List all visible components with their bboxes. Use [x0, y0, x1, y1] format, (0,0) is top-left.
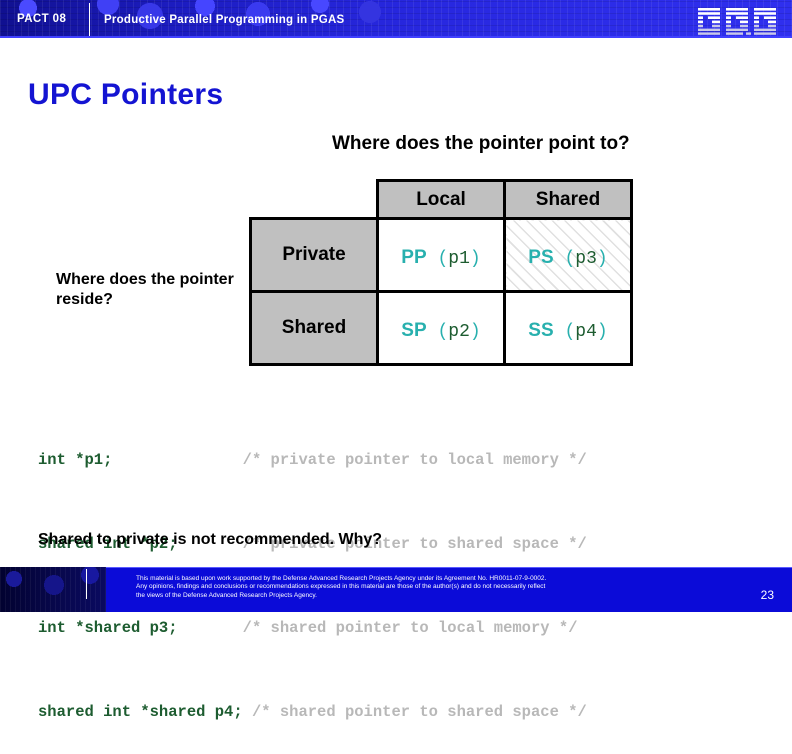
conference-label: PACT 08 — [17, 13, 67, 25]
matrix-column-question: Where does the pointer point to? — [332, 133, 630, 154]
funding-disclaimer-line-2: Any opinions, findings and conclusions o… — [136, 583, 546, 591]
cell-var-name-p3: p3 — [575, 249, 597, 269]
cell-shared-shared: SS (p4) — [503, 290, 633, 366]
presentation-subject-label: Productive Parallel Programming in PGAS — [104, 14, 345, 26]
banner-bottom-rule — [0, 36, 792, 38]
funding-disclaimer: This material is based upon work support… — [136, 575, 696, 600]
cell-private-shared: PS (p3) — [503, 217, 633, 293]
row-header-shared: Shared — [249, 290, 379, 366]
cell-tag-ps: PS — [528, 247, 554, 268]
cell-shared-local: SP (p2) — [376, 290, 506, 366]
ibm-logo — [698, 8, 776, 35]
footer-top-rule — [0, 567, 792, 568]
cell-var-p1: (p1) — [426, 249, 481, 269]
table-row-header: Local Shared — [251, 179, 633, 220]
table-row: Private PP (p1) PS (p3) — [249, 217, 633, 293]
cell-var-p2: (p2) — [426, 322, 481, 342]
matrix-corner-cell — [251, 181, 378, 219]
footer-background-pattern — [0, 567, 106, 612]
funding-disclaimer-line-3: the views of the Defense Advanced Resear… — [136, 591, 317, 599]
cell-var-p4: (p4) — [553, 322, 608, 342]
code-comment: /* private pointer to local memory */ — [242, 451, 587, 469]
cell-shared-shared-content: SS (p4) — [506, 314, 630, 342]
column-header-shared: Shared — [503, 179, 633, 220]
page-title: UPC Pointers — [28, 78, 224, 111]
cell-shared-local-content: SP (p2) — [379, 314, 503, 342]
funding-disclaimer-line-1: This material is based upon work support… — [136, 575, 547, 582]
column-header-local: Local — [376, 179, 506, 220]
banner-divider — [89, 3, 90, 36]
row-header-private: Private — [249, 217, 379, 293]
code-line: int *p1; /* private pointer to local mem… — [38, 446, 587, 474]
code-declaration: int *shared p3; — [38, 619, 243, 637]
cell-private-local-content: PP (p1) — [379, 241, 503, 269]
matrix-row-question: Where does the pointer reside? — [56, 271, 234, 309]
code-comment: /* shared pointer to local memory */ — [242, 619, 578, 637]
cell-tag-ss: SS — [528, 320, 554, 341]
pointer-matrix-table: Local Shared Private PP (p1) PS (p3) Sha… — [249, 179, 633, 366]
cell-var-name-p2: p2 — [448, 322, 470, 342]
footer-divider — [86, 569, 87, 599]
cell-var-name-p4: p4 — [575, 322, 597, 342]
cell-var-p3: (p3) — [553, 249, 608, 269]
code-declaration: int *p1; — [38, 451, 243, 469]
code-comment: /* shared pointer to shared space */ — [251, 703, 587, 721]
cell-tag-sp: SP — [401, 320, 427, 341]
cell-tag-pp: PP — [401, 247, 427, 268]
cell-private-local: PP (p1) — [376, 217, 506, 293]
cell-var-name-p1: p1 — [448, 249, 470, 269]
cell-private-shared-content: PS (p3) — [506, 241, 630, 269]
pointer-matrix: Local Shared Private PP (p1) PS (p3) Sha… — [249, 179, 633, 366]
table-row: Shared SP (p2) SS (p4) — [249, 290, 633, 366]
code-declaration: shared int *shared p4; — [38, 703, 252, 721]
page-number: 23 — [760, 588, 774, 602]
code-line: shared int *shared p4; /* shared pointer… — [38, 698, 587, 726]
bottom-note: Shared to private is not recommended. Wh… — [38, 531, 383, 548]
code-line: int *shared p3; /* shared pointer to loc… — [38, 614, 587, 642]
top-banner: PACT 08 Productive Parallel Programming … — [0, 0, 792, 38]
